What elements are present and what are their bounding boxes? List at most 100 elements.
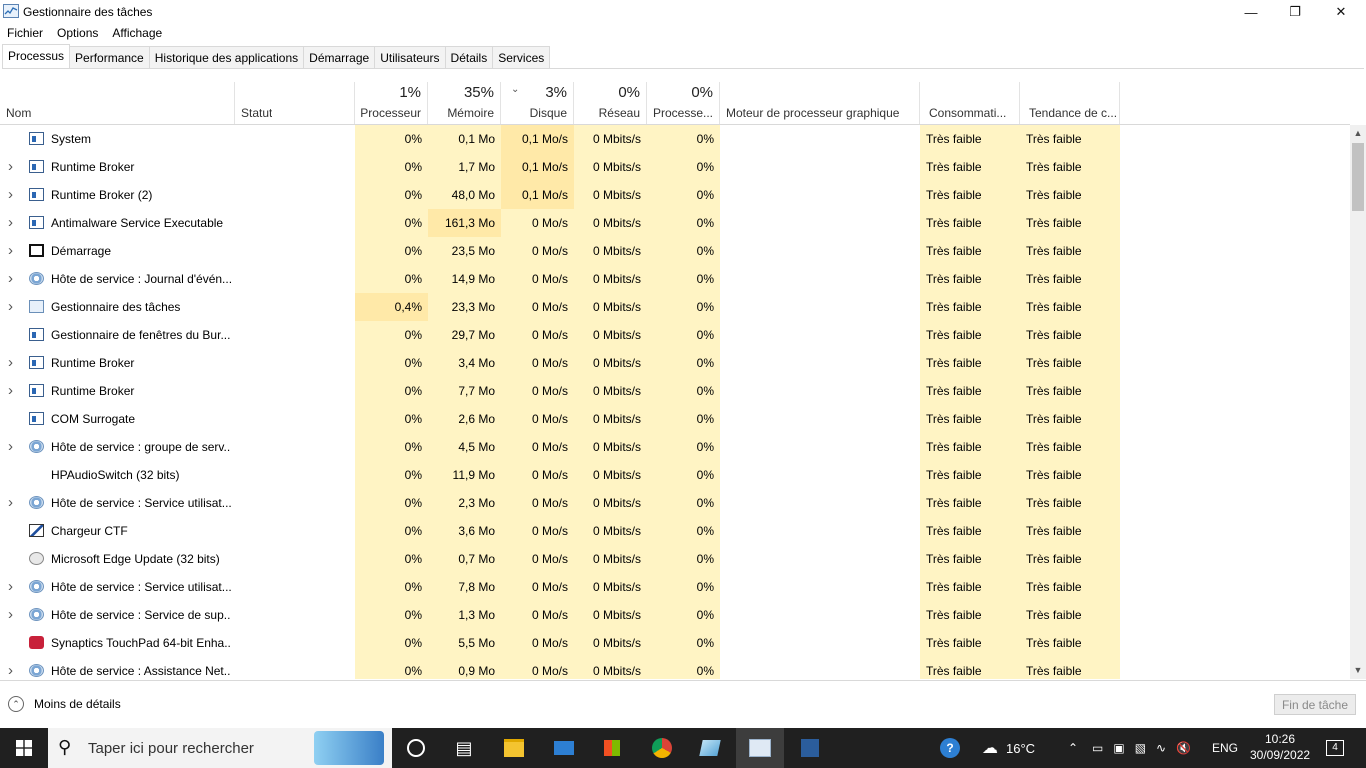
header-power-trend[interactable]: Tendance de c... bbox=[1020, 82, 1120, 124]
cell-gpu: 0% bbox=[696, 384, 714, 398]
header-memory-pct: 35% bbox=[463, 84, 494, 101]
expand-chevron-icon[interactable]: › bbox=[8, 209, 13, 237]
expand-chevron-icon[interactable]: › bbox=[8, 601, 13, 629]
cell-cpu: 0% bbox=[404, 384, 422, 398]
header-power[interactable]: Consommati... bbox=[920, 82, 1020, 124]
table-row[interactable]: Chargeur CTF 0% 3,6 Mo 0 Mo/s 0 Mbits/s 0% Trè… bbox=[0, 517, 1350, 545]
file-explorer-button[interactable] bbox=[490, 728, 538, 768]
expand-chevron-icon[interactable]: › bbox=[8, 237, 13, 265]
scroll-down-icon[interactable]: ▼ bbox=[1350, 662, 1366, 679]
table-row[interactable]: COM Surrogate 0% 2,6 Mo 0 Mo/s 0 Mbits/s 0% Tr… bbox=[0, 405, 1350, 433]
restore-button[interactable]: ❐ bbox=[1272, 0, 1318, 24]
header-gpu-engine[interactable]: Moteur de processeur graphique bbox=[720, 82, 920, 124]
tray-icons[interactable]: ▭ ▣ ▧ ∿ 🔇 bbox=[1092, 728, 1191, 768]
menu-fichier[interactable]: Fichier bbox=[0, 24, 50, 44]
notes-button[interactable] bbox=[786, 728, 834, 768]
cortana-button[interactable] bbox=[392, 728, 440, 768]
scroll-up-icon[interactable]: ▲ bbox=[1350, 125, 1366, 142]
volume-muted-icon: 🔇 bbox=[1176, 741, 1192, 755]
menu-affichage[interactable]: Affichage bbox=[105, 24, 169, 44]
header-name[interactable]: Nom bbox=[0, 82, 235, 124]
header-status[interactable]: Statut bbox=[235, 82, 355, 124]
tray-chevron[interactable]: ⌃ bbox=[1068, 728, 1078, 768]
cell-power: Très faible bbox=[926, 552, 982, 566]
end-task-button[interactable]: Fin de tâche bbox=[1274, 694, 1356, 715]
header-gpu[interactable]: 0% Processe... bbox=[647, 82, 720, 124]
table-row[interactable]: › Hôte de service : Assistance Net... 0% 0,… bbox=[0, 657, 1350, 679]
table-row[interactable]: Synaptics TouchPad 64-bit Enha... 0% 5,5 M… bbox=[0, 629, 1350, 657]
table-row[interactable]: › Hôte de service : Journal d'évén... 0% 14… bbox=[0, 265, 1350, 293]
app-button[interactable] bbox=[686, 728, 734, 768]
expand-chevron-icon[interactable]: › bbox=[8, 153, 13, 181]
cell-disk: 0,1 Mo/s bbox=[501, 125, 574, 153]
cell-cpu: 0% bbox=[404, 244, 422, 258]
table-row[interactable]: › Hôte de service : Service de sup... 0% 1,… bbox=[0, 601, 1350, 629]
minimize-button[interactable]: — bbox=[1228, 0, 1274, 24]
chrome-button[interactable] bbox=[638, 728, 686, 768]
cell-disk: 0 Mo/s bbox=[531, 636, 568, 650]
table-row[interactable]: › Hôte de service : Service utilisat... 0%… bbox=[0, 573, 1350, 601]
tab-utilisateurs[interactable]: Utilisateurs bbox=[374, 46, 446, 68]
header-memory[interactable]: 35% Mémoire bbox=[428, 82, 501, 124]
header-cpu[interactable]: 1% Processeur bbox=[355, 82, 428, 124]
less-details-link[interactable]: Moins de détails bbox=[34, 697, 121, 711]
process-name: Runtime Broker bbox=[51, 384, 135, 398]
table-row[interactable]: › Démarrage 0% 23,5 Mo 0 Mo/s 0 Mbits/s 0% Très… bbox=[0, 237, 1350, 265]
store-button[interactable] bbox=[588, 728, 636, 768]
weather-tray[interactable]: ☁ 16°C bbox=[982, 728, 1035, 768]
table-row[interactable]: › Runtime Broker 0% 1,7 Mo 0,1 Mo/s 0 Mbits/s… bbox=[0, 153, 1350, 181]
cell-trend: Très faible bbox=[1026, 412, 1082, 426]
vertical-scrollbar[interactable]: ▲ ▼ bbox=[1350, 125, 1366, 679]
language-indicator[interactable]: ENG bbox=[1212, 728, 1238, 768]
start-button[interactable] bbox=[0, 728, 48, 768]
table-row[interactable]: › Runtime Broker (2) 0% 48,0 Mo 0,1 Mo/s 0 Mb… bbox=[0, 181, 1350, 209]
table-row[interactable]: › Gestionnaire des tâches 0,4% 23,3 Mo 0 Mo/… bbox=[0, 293, 1350, 321]
expand-chevron-icon[interactable]: › bbox=[8, 377, 13, 405]
help-tray[interactable]: ? bbox=[940, 728, 960, 768]
table-row[interactable]: Gestionnaire de fenêtres du Bur... 0% 29,7… bbox=[0, 321, 1350, 349]
cell-cpu: 0% bbox=[404, 468, 422, 482]
table-row[interactable]: › Hôte de service : groupe de serv... 0% 4,… bbox=[0, 433, 1350, 461]
header-disk[interactable]: ⌄ 3% Disque bbox=[501, 82, 574, 124]
process-name: Hôte de service : Service de sup... bbox=[51, 608, 231, 622]
table-row[interactable]: HPAudioSwitch (32 bits) 0% 11,9 Mo 0 Mo/s 0 … bbox=[0, 461, 1350, 489]
tab-services[interactable]: Services bbox=[492, 46, 551, 68]
notification-center[interactable]: 4 bbox=[1326, 728, 1344, 768]
header-network[interactable]: 0% Réseau bbox=[574, 82, 647, 124]
expand-chevron-icon[interactable]: › bbox=[8, 657, 13, 679]
expand-chevron-icon[interactable]: › bbox=[8, 349, 13, 377]
cell-power: Très faible bbox=[926, 132, 982, 146]
scroll-thumb[interactable] bbox=[1352, 143, 1364, 211]
task-manager-taskbar-button[interactable] bbox=[736, 728, 784, 768]
table-row[interactable]: › Runtime Broker 0% 7,7 Mo 0 Mo/s 0 Mbits/s 0%… bbox=[0, 377, 1350, 405]
cell-mem: 29,7 Mo bbox=[451, 328, 495, 342]
process-name: Gestionnaire de fenêtres du Bur... bbox=[51, 328, 231, 342]
expand-chevron-icon[interactable]: › bbox=[8, 181, 13, 209]
taskbar-search[interactable]: ⚲ Taper ici pour rechercher bbox=[48, 728, 392, 768]
tab-historique[interactable]: Historique des applications bbox=[148, 46, 305, 68]
process-list: System 0% 0,1 Mo 0,1 Mo/s 0 Mbits/s 0% Très fa… bbox=[0, 125, 1350, 679]
menu-options[interactable]: Options bbox=[50, 24, 105, 44]
table-row[interactable]: › Antimalware Service Executable 0% 161,3 M… bbox=[0, 209, 1350, 237]
close-button[interactable]: ✕ bbox=[1318, 0, 1364, 24]
tab-performance[interactable]: Performance bbox=[69, 46, 150, 68]
tab-processus[interactable]: Processus bbox=[2, 44, 71, 68]
table-row[interactable]: › Runtime Broker 0% 3,4 Mo 0 Mo/s 0 Mbits/s 0%… bbox=[0, 349, 1350, 377]
cell-gpu: 0% bbox=[696, 496, 714, 510]
mail-button[interactable] bbox=[540, 728, 588, 768]
expand-chevron-icon[interactable]: › bbox=[8, 265, 13, 293]
expand-chevron-icon[interactable]: › bbox=[8, 293, 13, 321]
expand-chevron-icon[interactable]: › bbox=[8, 573, 13, 601]
tab-demarrage[interactable]: Démarrage bbox=[303, 46, 376, 68]
chevron-up-icon[interactable]: ⌃ bbox=[8, 696, 24, 712]
expand-chevron-icon[interactable]: › bbox=[8, 489, 13, 517]
table-row[interactable]: › Hôte de service : Service utilisat... 0%… bbox=[0, 489, 1350, 517]
task-view-button[interactable]: ▤ bbox=[440, 728, 488, 768]
close-icon: ✕ bbox=[1335, 4, 1347, 19]
expand-chevron-icon[interactable]: › bbox=[8, 433, 13, 461]
table-row[interactable]: System 0% 0,1 Mo 0,1 Mo/s 0 Mbits/s 0% Très fa… bbox=[0, 125, 1350, 153]
clock[interactable]: 10:26 30/09/2022 bbox=[1250, 731, 1310, 763]
cell-trend: Très faible bbox=[1026, 524, 1082, 538]
tab-details[interactable]: Détails bbox=[444, 46, 494, 68]
table-row[interactable]: Microsoft Edge Update (32 bits) 0% 0,7 Mo 0… bbox=[0, 545, 1350, 573]
